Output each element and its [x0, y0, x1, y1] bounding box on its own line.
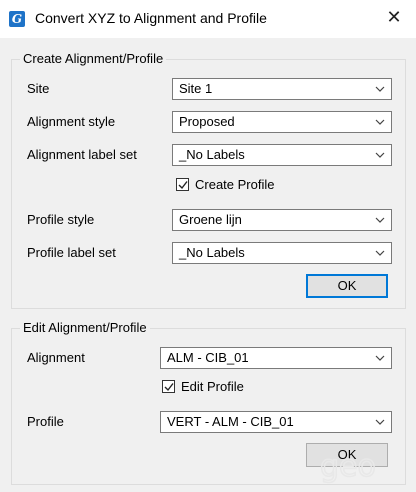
alignment-label-set-label: Alignment label set [27, 147, 137, 162]
chevron-down-icon [375, 419, 385, 425]
app-icon: G [9, 11, 25, 27]
profile-select[interactable]: VERT - ALM - CIB_01 [160, 411, 392, 433]
geo-watermark-logo: geo [319, 448, 376, 485]
alignment-value: ALM - CIB_01 [167, 350, 249, 365]
site-select[interactable]: Site 1 [172, 78, 392, 100]
chevron-down-icon [375, 355, 385, 361]
alignment-style-value: Proposed [179, 114, 235, 129]
alignment-label-set-value: _No Labels [179, 147, 245, 162]
create-group-legend: Create Alignment/Profile [20, 51, 167, 66]
profile-label-set-value: _No Labels [179, 245, 245, 260]
alignment-select[interactable]: ALM - CIB_01 [160, 347, 392, 369]
chevron-down-icon [375, 217, 385, 223]
chevron-down-icon [375, 250, 385, 256]
edit-profile-checkbox[interactable]: Edit Profile [162, 379, 312, 395]
alignment-label: Alignment [27, 350, 85, 365]
edit-profile-label: Edit Profile [181, 379, 244, 394]
chevron-down-icon [375, 152, 385, 158]
checkbox-box[interactable] [162, 380, 175, 393]
close-icon: ✕ [386, 7, 402, 27]
site-select-value: Site 1 [179, 81, 213, 96]
create-profile-checkbox[interactable]: Create Profile [176, 177, 326, 193]
profile-style-select[interactable]: Groene lijn [172, 209, 392, 231]
alignment-style-select[interactable]: Proposed [172, 111, 392, 133]
profile-label: Profile [27, 414, 64, 429]
title-bar: G Convert XYZ to Alignment and Profile ✕ [0, 0, 416, 38]
profile-value: VERT - ALM - CIB_01 [167, 414, 294, 429]
create-profile-label: Create Profile [195, 177, 275, 192]
checkbox-box[interactable] [176, 178, 189, 191]
check-icon [164, 383, 174, 392]
window-title: Convert XYZ to Alignment and Profile [35, 10, 267, 26]
profile-style-label: Profile style [27, 212, 95, 227]
profile-label-set-select[interactable]: _No Labels [172, 242, 392, 264]
chevron-down-icon [375, 86, 385, 92]
close-button[interactable]: ✕ [382, 5, 406, 29]
create-ok-button[interactable]: OK [306, 274, 388, 298]
check-icon [178, 181, 188, 190]
alignment-style-label: Alignment style [27, 114, 116, 129]
chevron-down-icon [375, 119, 385, 125]
site-label: Site [27, 81, 50, 96]
profile-label-set-label: Profile label set [27, 245, 116, 260]
dialog-body: Create Alignment/Profile Site Site 1 Ali… [0, 38, 416, 492]
svg-text:geo: geo [320, 449, 376, 484]
profile-style-value: Groene lijn [179, 212, 242, 227]
alignment-label-set-select[interactable]: _No Labels [172, 144, 392, 166]
edit-group-legend: Edit Alignment/Profile [20, 320, 150, 335]
